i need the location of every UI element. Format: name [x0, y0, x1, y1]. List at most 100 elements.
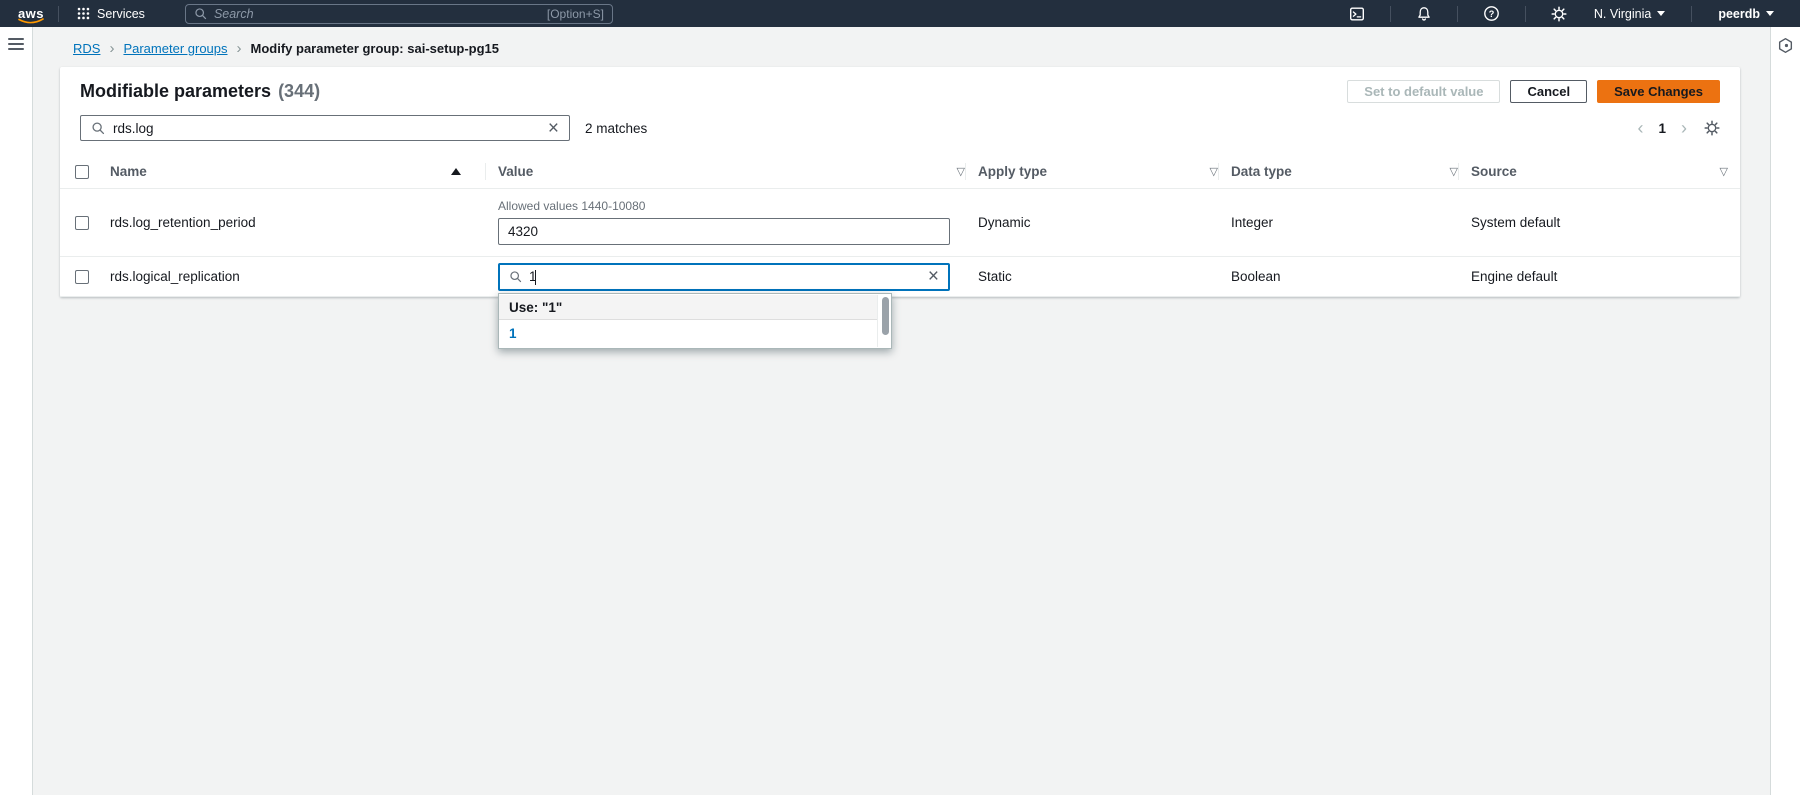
console-search-input[interactable] — [214, 7, 540, 21]
column-header-value: Value ▽ — [485, 155, 965, 188]
retention-period-value-input[interactable] — [498, 218, 950, 245]
cancel-button[interactable]: Cancel — [1510, 80, 1587, 103]
chevron-down-icon — [1657, 11, 1665, 16]
row-checkbox[interactable] — [75, 270, 89, 284]
parameters-table: Name Value ▽ Apply type ▽ Data type ▽ — [60, 155, 1740, 297]
parameter-count-badge: (344) — [278, 81, 320, 102]
nav-divider — [1390, 6, 1391, 22]
header-actions: Set to default value Cancel Save Changes — [1347, 80, 1720, 103]
filter-dropdown-icon[interactable]: ▽ — [957, 165, 965, 178]
main-content: RDS › Parameter groups › Modify paramete… — [34, 27, 1769, 795]
parameter-value-cell: Allowed values 1440-10080 — [485, 189, 965, 256]
save-changes-button[interactable]: Save Changes — [1597, 80, 1720, 103]
table-row: rds.log_retention_period Allowed values … — [60, 189, 1740, 257]
parameter-name: rds.logical_replication — [110, 269, 240, 284]
apply-type-cell: Static — [965, 257, 1218, 296]
chevron-down-icon — [1766, 11, 1774, 16]
apply-type-cell: Dynamic — [965, 189, 1218, 256]
services-grid-icon — [77, 7, 90, 20]
data-type-value: Boolean — [1231, 269, 1281, 284]
cloudshell-button[interactable] — [1336, 0, 1378, 27]
previous-page-icon[interactable]: ‹ — [1637, 119, 1643, 137]
row-checkbox-cell — [60, 189, 104, 256]
use-entered-value-option[interactable]: Use: "1" — [499, 295, 877, 320]
region-label: N. Virginia — [1594, 7, 1651, 21]
breadcrumb-parameter-groups-link[interactable]: Parameter groups — [123, 41, 227, 56]
shortcuts-panel-button[interactable] — [1777, 37, 1794, 55]
clear-filter-icon[interactable]: × — [548, 119, 559, 138]
source-column-label: Source — [1471, 164, 1517, 179]
parameter-filter-box[interactable]: × — [80, 115, 570, 141]
set-to-default-button[interactable]: Set to default value — [1347, 80, 1500, 103]
column-header-data-type: Data type ▽ — [1218, 155, 1458, 188]
data-type-cell: Boolean — [1218, 257, 1458, 296]
value-column-label: Value — [498, 164, 533, 179]
source-cell: Engine default — [1458, 257, 1740, 296]
table-header-row: Name Value ▽ Apply type ▽ Data type ▽ — [60, 155, 1740, 189]
search-shortcut-hint: [Option+S] — [547, 7, 604, 21]
notifications-button[interactable] — [1403, 0, 1445, 27]
name-column-label: Name — [110, 164, 147, 179]
column-header-source: Source ▽ — [1458, 155, 1740, 188]
autosuggest-options: Use: "1" 1 — [499, 295, 878, 347]
nav-divider — [1457, 6, 1458, 22]
aws-logo[interactable]: aws — [16, 6, 46, 21]
parameter-name: rds.log_retention_period — [110, 215, 256, 230]
aws-smile-icon — [18, 18, 44, 25]
help-button[interactable]: ? — [1470, 0, 1513, 27]
clear-value-icon[interactable]: × — [928, 267, 939, 286]
settings-button[interactable] — [1538, 0, 1580, 27]
suggested-option-1[interactable]: 1 — [499, 320, 877, 347]
cloudshell-icon — [1349, 6, 1365, 22]
nav-divider — [58, 6, 59, 22]
breadcrumb: RDS › Parameter groups › Modify paramete… — [34, 27, 1769, 56]
region-selector[interactable]: N. Virginia — [1580, 7, 1679, 21]
modifiable-parameters-card: Modifiable parameters (344) Set to defau… — [60, 67, 1740, 297]
source-cell: System default — [1458, 189, 1740, 256]
current-page-number[interactable]: 1 — [1658, 121, 1666, 136]
services-label: Services — [97, 7, 145, 21]
parameter-name-cell: rds.log_retention_period — [104, 189, 485, 256]
data-type-cell: Integer — [1218, 189, 1458, 256]
next-page-icon[interactable]: › — [1681, 119, 1687, 137]
scrollbar-thumb[interactable] — [882, 297, 889, 335]
filter-dropdown-icon[interactable]: ▽ — [1450, 165, 1458, 178]
parameter-filter-input[interactable] — [113, 121, 540, 136]
svg-text:?: ? — [1489, 9, 1495, 19]
services-menu-button[interactable]: Services — [71, 0, 151, 27]
autosuggest-dropdown: Use: "1" 1 — [498, 293, 892, 349]
console-body: RDS › Parameter groups › Modify paramete… — [0, 27, 1800, 795]
header-checkbox-cell — [60, 165, 104, 179]
table-preferences-button[interactable] — [1704, 120, 1720, 136]
pagination: ‹ 1 › — [1637, 119, 1720, 137]
apply-type-column-label: Apply type — [978, 164, 1047, 179]
apply-type-value: Static — [978, 269, 1012, 284]
chevron-right-icon: › — [237, 41, 242, 56]
page-title: Modifiable parameters — [80, 81, 271, 102]
filter-dropdown-icon[interactable]: ▽ — [1210, 165, 1218, 178]
data-type-value: Integer — [1231, 215, 1273, 230]
value-autosuggest-box[interactable]: × — [498, 263, 950, 291]
side-navigation-rail — [0, 27, 33, 795]
hexagon-dot-icon — [1777, 37, 1794, 54]
account-menu[interactable]: peerdb — [1704, 7, 1788, 21]
match-count-label: 2 matches — [585, 121, 647, 136]
sort-ascending-icon[interactable] — [451, 168, 461, 175]
value-autosuggest-input[interactable] — [529, 269, 921, 284]
column-header-apply-type: Apply type ▽ — [965, 155, 1218, 188]
open-menu-button[interactable] — [8, 38, 24, 50]
console-search-box[interactable]: [Option+S] — [185, 4, 613, 24]
parameter-value-cell: × Use: "1" 1 — [485, 257, 965, 296]
breadcrumb-rds-link[interactable]: RDS — [73, 41, 100, 56]
source-value: Engine default — [1471, 269, 1557, 284]
nav-divider — [1525, 6, 1526, 22]
dropdown-scrollbar — [882, 297, 889, 345]
help-icon: ? — [1483, 5, 1500, 22]
column-header-name[interactable]: Name — [104, 164, 485, 179]
filter-dropdown-icon[interactable]: ▽ — [1720, 165, 1728, 178]
select-all-checkbox[interactable] — [75, 165, 89, 179]
text-caret — [535, 270, 536, 285]
right-panel-rail — [1770, 27, 1800, 795]
row-checkbox[interactable] — [75, 216, 89, 230]
filter-row: × 2 matches ‹ 1 › — [60, 112, 1740, 155]
